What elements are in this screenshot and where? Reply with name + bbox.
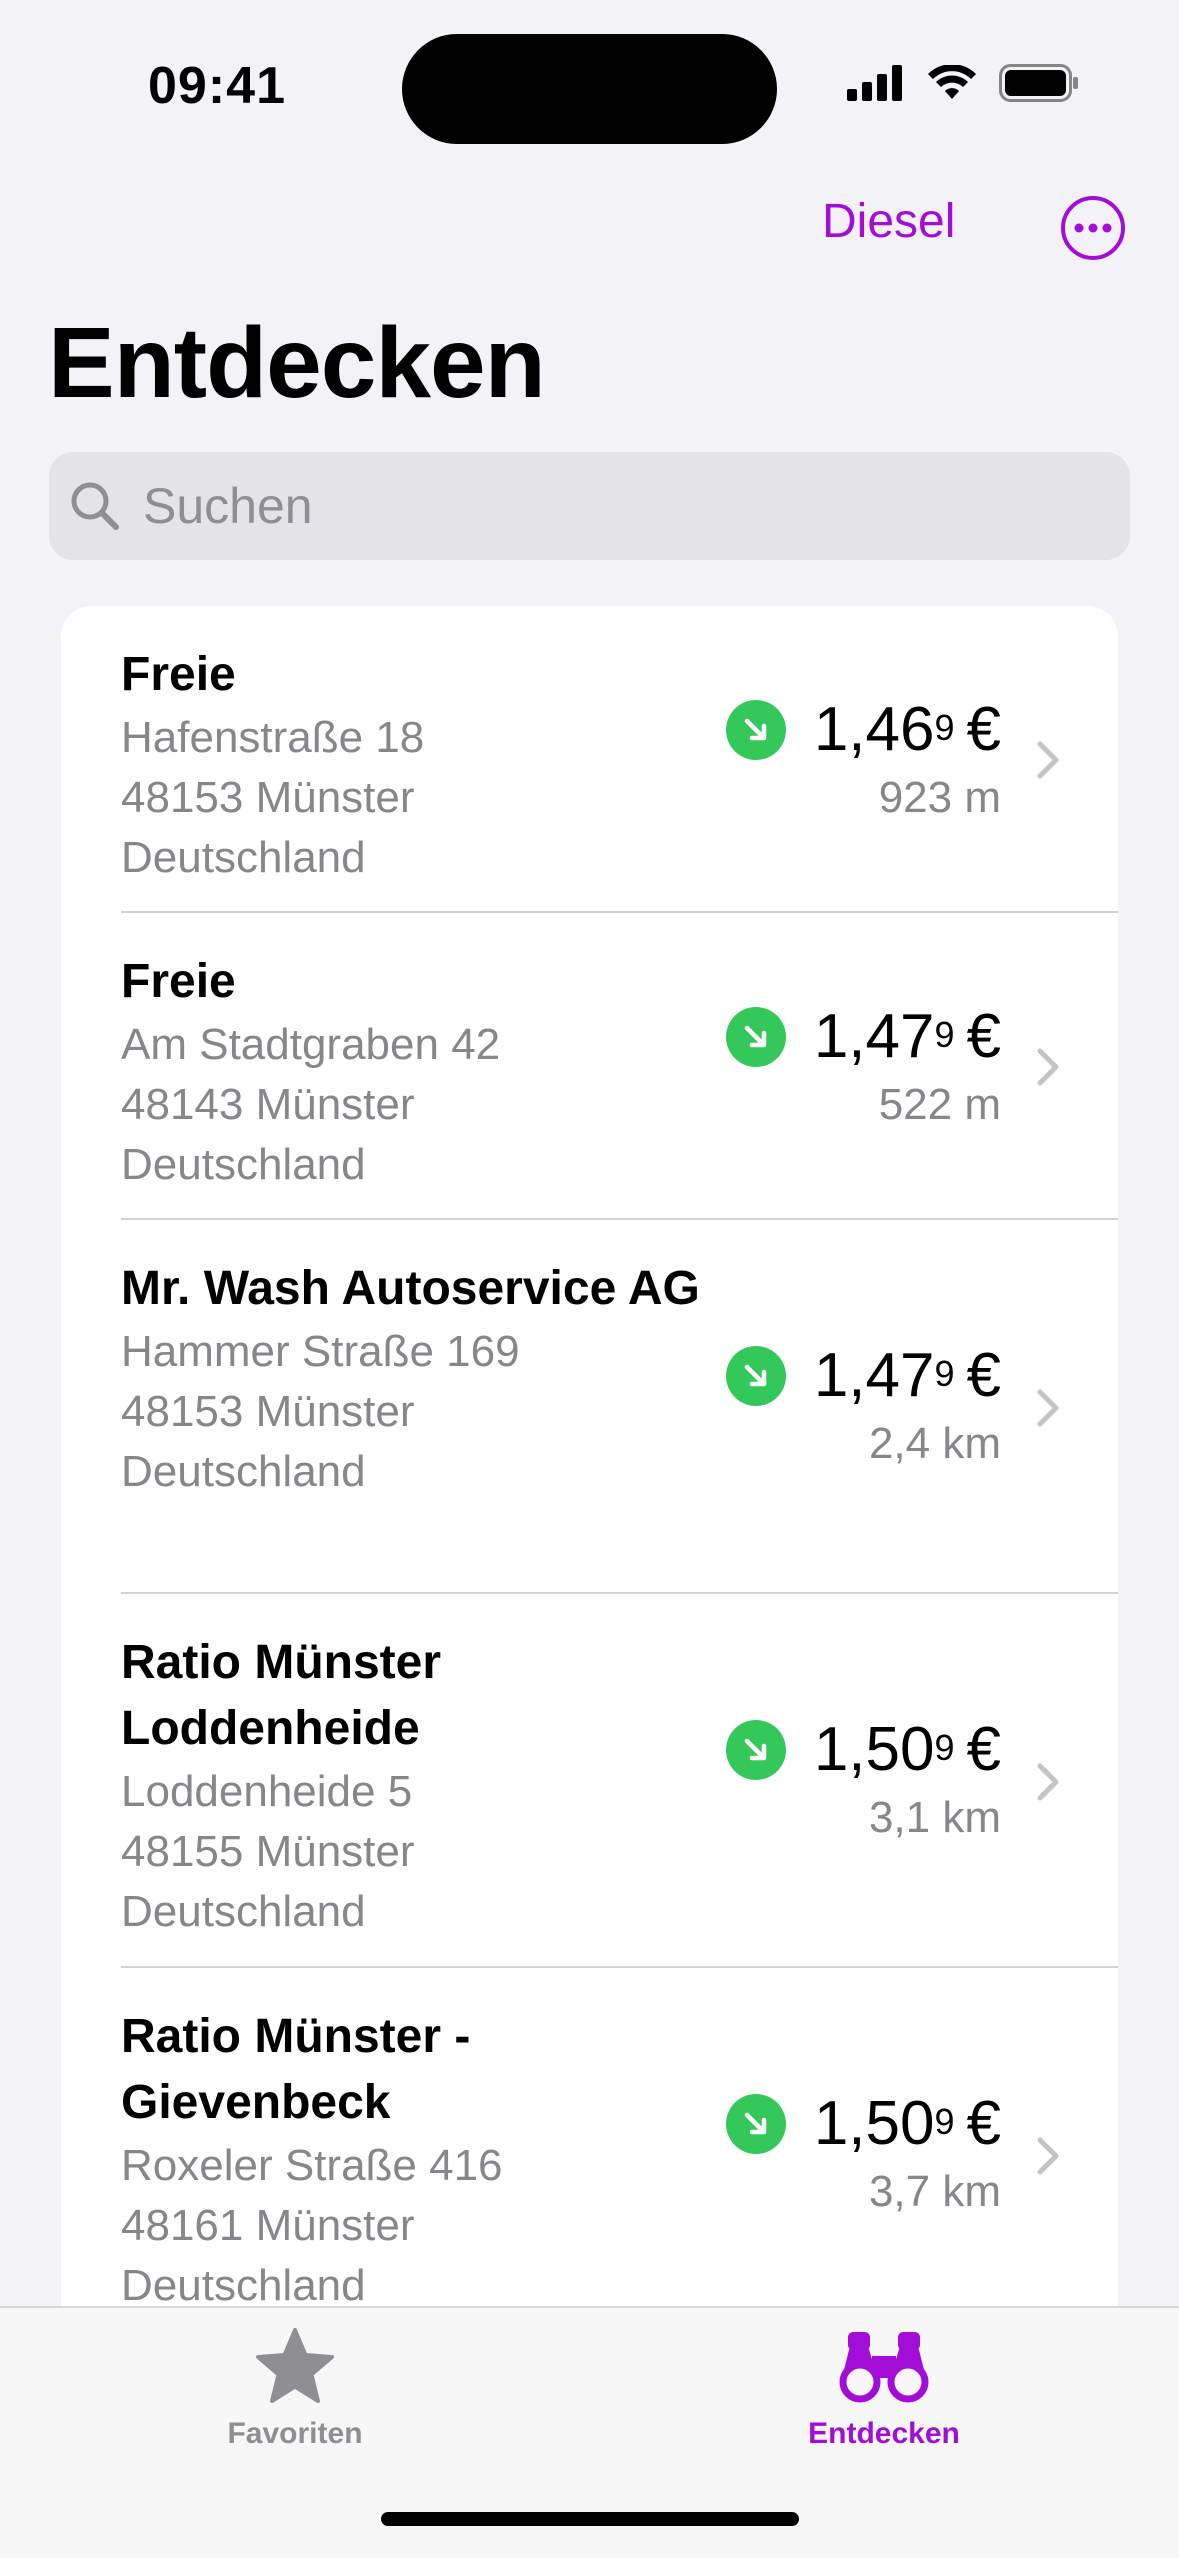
price-currency: € — [966, 695, 1001, 764]
price-down-icon — [725, 1006, 786, 1067]
home-indicator — [381, 2512, 799, 2526]
price-down-icon — [725, 699, 786, 760]
price-value: 1,46 — [813, 695, 935, 764]
ellipsis-circle-icon[interactable] — [1060, 195, 1126, 261]
station-distance: 923 m — [878, 773, 1001, 822]
station-city: 48155 Münster — [121, 1827, 415, 1876]
station-street: Hafenstraße 18 — [121, 713, 425, 762]
chevron-right-icon — [1037, 2137, 1059, 2175]
price-down-icon — [725, 2093, 786, 2154]
price-block: 1,47 9 € 522 m — [725, 1001, 1001, 1130]
chevron-right-icon — [1037, 741, 1059, 779]
station-info: Ratio Münster - Gievenbeck Roxeler Straß… — [121, 2004, 721, 2306]
price-block: 1,50 9 € 3,7 km — [725, 2088, 1001, 2217]
station-city: 48161 Münster — [121, 2201, 415, 2250]
price-value: 1,50 — [813, 1715, 935, 1784]
search-input[interactable] — [141, 476, 1045, 536]
price-currency: € — [966, 2089, 1001, 2158]
station-country: Deutschland — [121, 2261, 366, 2306]
status-time: 09:41 — [148, 57, 286, 115]
station-name: Ratio Münster - Gievenbeck — [121, 2010, 471, 2129]
dynamic-island — [402, 34, 777, 144]
search-icon — [71, 482, 119, 530]
station-row[interactable]: Freie Am Stadtgraben 42 48143 Münster De… — [61, 913, 1118, 1220]
station-street: Roxeler Straße 416 — [121, 2141, 503, 2190]
station-distance: 3,7 km — [868, 2167, 1001, 2216]
station-country: Deutschland — [121, 1887, 366, 1936]
station-row[interactable]: Ratio Münster - Gievenbeck Roxeler Straß… — [61, 1968, 1118, 2306]
tab-label: Favoriten — [227, 2417, 363, 2450]
price-block: 1,47 9 € 2,4 km — [725, 1340, 1001, 1469]
search-bar[interactable] — [49, 452, 1130, 560]
tab-favoriten[interactable]: Favoriten — [145, 2326, 445, 2451]
station-name: Freie — [121, 648, 236, 701]
station-country: Deutschland — [121, 1447, 366, 1496]
price-down-icon — [725, 1345, 786, 1406]
tab-entdecken[interactable]: Entdecken — [734, 2326, 1034, 2451]
price-value: 1,47 — [813, 1002, 935, 1071]
station-name: Ratio Münster Loddenheide — [121, 1636, 442, 1755]
station-row[interactable]: Ratio Münster Loddenheide Loddenheide 5 … — [61, 1594, 1118, 1968]
station-country: Deutschland — [121, 833, 366, 882]
price-block: 1,46 9 € 923 m — [725, 694, 1001, 823]
price-value: 1,47 — [813, 1341, 935, 1410]
chevron-right-icon — [1037, 1389, 1059, 1427]
station-info: Ratio Münster Loddenheide Loddenheide 5 … — [121, 1630, 721, 1942]
station-distance: 522 m — [878, 1080, 1001, 1129]
price-block: 1,50 9 € 3,1 km — [725, 1714, 1001, 1843]
price-currency: € — [966, 1002, 1001, 1071]
station-row[interactable]: Freie Hafenstraße 18 48153 Münster Deuts… — [61, 606, 1118, 913]
station-info: Freie Am Stadtgraben 42 48143 Münster De… — [121, 949, 721, 1195]
price-currency: € — [966, 1341, 1001, 1410]
station-city: 48153 Münster — [121, 1387, 415, 1436]
chevron-right-icon — [1037, 1763, 1059, 1801]
wifi-icon — [928, 65, 976, 99]
station-name: Mr. Wash Autoservice AG — [121, 1262, 700, 1315]
binoculars-icon — [839, 2332, 929, 2403]
station-name: Freie — [121, 955, 236, 1008]
star-icon — [256, 2328, 334, 2403]
page-title: Entdecken — [48, 307, 546, 419]
status-icons — [847, 64, 1079, 102]
battery-icon — [999, 64, 1078, 102]
price-currency: € — [966, 1715, 1001, 1784]
tab-label: Entdecken — [808, 2417, 960, 2450]
station-list: Freie Hafenstraße 18 48153 Münster Deuts… — [61, 606, 1118, 2306]
chevron-right-icon — [1037, 1048, 1059, 1086]
station-info: Mr. Wash Autoservice AG Hammer Straße 16… — [121, 1256, 721, 1502]
station-distance: 2,4 km — [868, 1419, 1001, 1468]
station-street: Hammer Straße 169 — [121, 1327, 520, 1376]
fuel-type-button[interactable]: Diesel — [822, 194, 955, 249]
station-info: Freie Hafenstraße 18 48153 Münster Deuts… — [121, 642, 721, 888]
station-distance: 3,1 km — [868, 1793, 1001, 1842]
station-street: Loddenheide 5 — [121, 1767, 413, 1816]
station-street: Am Stadtgraben 42 — [121, 1020, 501, 1069]
price-value: 1,50 — [813, 2089, 935, 2158]
cellular-signal-icon — [847, 65, 902, 101]
station-city: 48143 Münster — [121, 1080, 415, 1129]
station-city: 48153 Münster — [121, 773, 415, 822]
station-row[interactable]: Mr. Wash Autoservice AG Hammer Straße 16… — [61, 1220, 1118, 1594]
station-country: Deutschland — [121, 1140, 366, 1189]
price-down-icon — [725, 1719, 786, 1780]
